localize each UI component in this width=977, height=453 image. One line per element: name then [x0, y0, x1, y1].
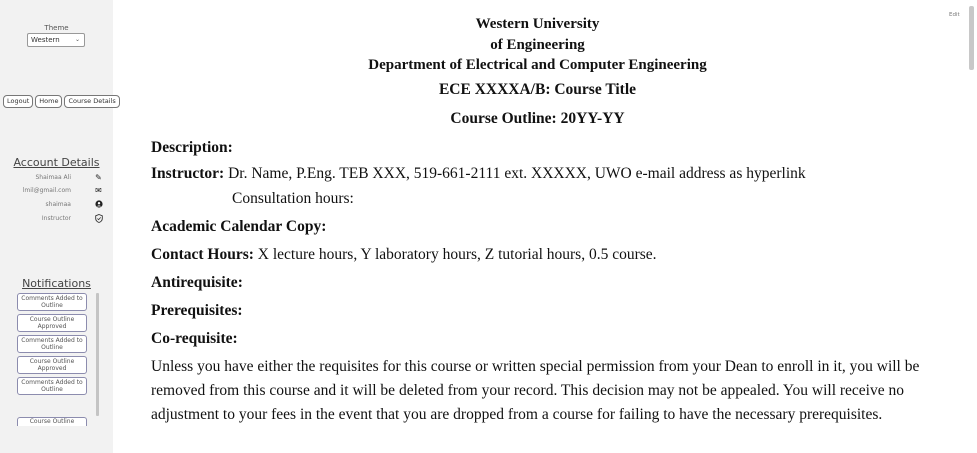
- theme-select[interactable]: Western ⌄: [27, 33, 85, 47]
- account-name: Shaimaa Ali: [35, 174, 72, 181]
- home-button[interactable]: Home: [35, 95, 63, 108]
- antirequisite-heading: Antirequisite:: [151, 274, 243, 291]
- logout-button[interactable]: Logout: [3, 95, 34, 108]
- contact-hours-value: X lecture hours, Y laboratory hours, Z t…: [253, 246, 657, 263]
- course-details-button[interactable]: Course Details: [64, 95, 120, 108]
- notifications-list: Comments Added to Outline Course Outline…: [17, 293, 89, 398]
- notifications-scrollbar[interactable]: [96, 293, 99, 416]
- nav-buttons: Logout Home Course Details: [3, 95, 120, 108]
- account-username-row: shaimaa: [0, 200, 113, 211]
- page-scrollbar[interactable]: [969, 6, 974, 70]
- instructor-value: Dr. Name, P.Eng. TEB XXX, 519-661-2111 e…: [224, 165, 806, 182]
- instructor-label: Instructor:: [151, 165, 225, 182]
- notification-item[interactable]: Course Outline Approved: [17, 356, 87, 374]
- sidebar: Theme Western ⌄ Logout Home Course Detai…: [0, 0, 120, 453]
- calendar-copy-heading: Academic Calendar Copy:: [151, 218, 327, 235]
- instructor-line: Instructor: Dr. Name, P.Eng. TEB XXX, 51…: [151, 165, 806, 183]
- account-email-row: lmil@gmail.com ✉: [0, 186, 113, 197]
- account-username: shaimaa: [45, 201, 71, 208]
- course-outline: Western University of Engineering Depart…: [113, 0, 962, 453]
- user-icon: [94, 200, 103, 209]
- faculty-name: of Engineering: [490, 37, 585, 53]
- outline-year: Course Outline: 20YY-YY: [450, 110, 625, 127]
- university-name: Western University: [475, 16, 600, 32]
- notification-item[interactable]: Comments Added to Outline: [17, 335, 87, 353]
- shield-icon: [94, 214, 103, 223]
- notification-item[interactable]: Comments Added to Outline: [17, 377, 87, 395]
- contact-hours-line: Contact Hours: X lecture hours, Y labora…: [151, 246, 657, 264]
- account-role: Instructor: [41, 215, 71, 222]
- notifications-title: Notifications: [22, 277, 91, 290]
- notification-item[interactable]: Course Outline Approved: [17, 314, 87, 332]
- notification-item[interactable]: Comments Added to Outline: [17, 293, 87, 311]
- account-details-title: Account Details: [13, 156, 100, 169]
- theme-label: Theme: [44, 24, 69, 32]
- chevron-down-icon: ⌄: [74, 36, 80, 43]
- course-title: ECE XXXXA/B: Course Title: [438, 81, 637, 98]
- prerequisites-heading: Prerequisites:: [151, 302, 243, 319]
- department-name: Department of Electrical and Computer En…: [368, 57, 707, 73]
- contact-hours-label: Contact Hours:: [151, 246, 254, 263]
- notification-item[interactable]: Course Outline: [17, 417, 87, 426]
- edit-icon[interactable]: ✎: [94, 173, 103, 182]
- theme-select-value: Western: [31, 36, 60, 44]
- account-role-row: Instructor: [0, 214, 113, 225]
- corequisite-heading: Co-requisite:: [151, 330, 238, 347]
- account-name-row: Shaimaa Ali ✎: [0, 173, 113, 184]
- account-email: lmil@gmail.com: [22, 187, 71, 194]
- edit-button[interactable]: Edit: [949, 12, 960, 18]
- consultation-hours: Consultation hours:: [232, 190, 354, 207]
- description-heading: Description:: [151, 139, 233, 156]
- requisite-notice: Unless you have either the requisites fo…: [151, 358, 920, 423]
- envelope-icon: ✉: [95, 186, 102, 195]
